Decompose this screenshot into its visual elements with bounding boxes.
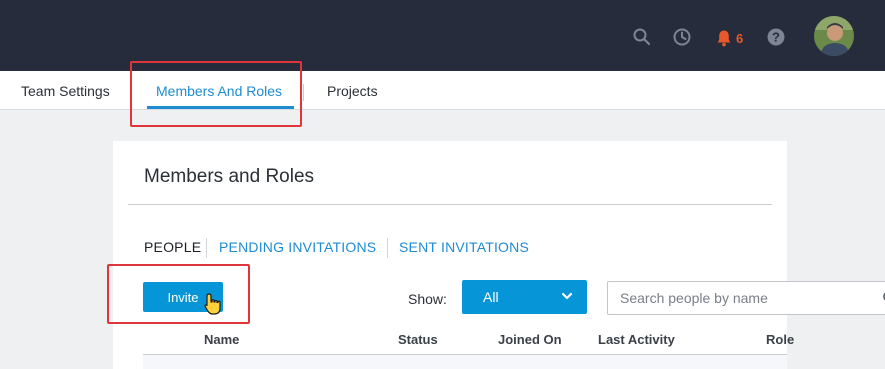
tab-divider [303,84,304,101]
highlight-box-invite [107,264,250,324]
avatar[interactable] [814,16,854,56]
highlight-box-tab [130,61,302,127]
subtab-divider [387,238,388,258]
search-people-input[interactable] [620,290,860,306]
page-title: Members and Roles [144,166,315,187]
column-header-status[interactable]: Status [398,332,438,347]
column-header-joined-on[interactable]: Joined On [498,332,562,347]
show-filter-value: All [483,289,499,305]
notifications-button[interactable]: 6 [716,28,743,48]
bell-icon [717,30,731,47]
column-header-role[interactable]: Role [766,332,794,347]
column-header-name[interactable]: Name [204,332,239,347]
subtab-divider [206,238,207,258]
title-divider [128,204,772,205]
show-filter-label: Show: [408,291,447,307]
table-row[interactable] [143,355,787,369]
subtab-sent-invitations[interactable]: SENT INVITATIONS [399,239,529,255]
tab-team-settings[interactable]: Team Settings [21,83,110,99]
members-and-roles-panel: Members and Roles PEOPLE PENDING INVITAT… [113,141,885,369]
notification-count: 6 [736,30,744,46]
chevron-down-icon [561,292,573,300]
svg-text:?: ? [772,30,780,45]
search-people-box [607,281,885,315]
subtab-pending-invitations[interactable]: PENDING INVITATIONS [219,239,376,255]
clock-icon[interactable] [672,27,692,47]
column-header-last-activity[interactable]: Last Activity [598,332,675,347]
show-filter-dropdown[interactable]: All [462,280,587,314]
search-icon[interactable] [632,27,652,47]
help-icon[interactable]: ? [766,27,786,47]
tab-projects[interactable]: Projects [327,83,378,99]
subtab-people[interactable]: PEOPLE [144,239,201,255]
